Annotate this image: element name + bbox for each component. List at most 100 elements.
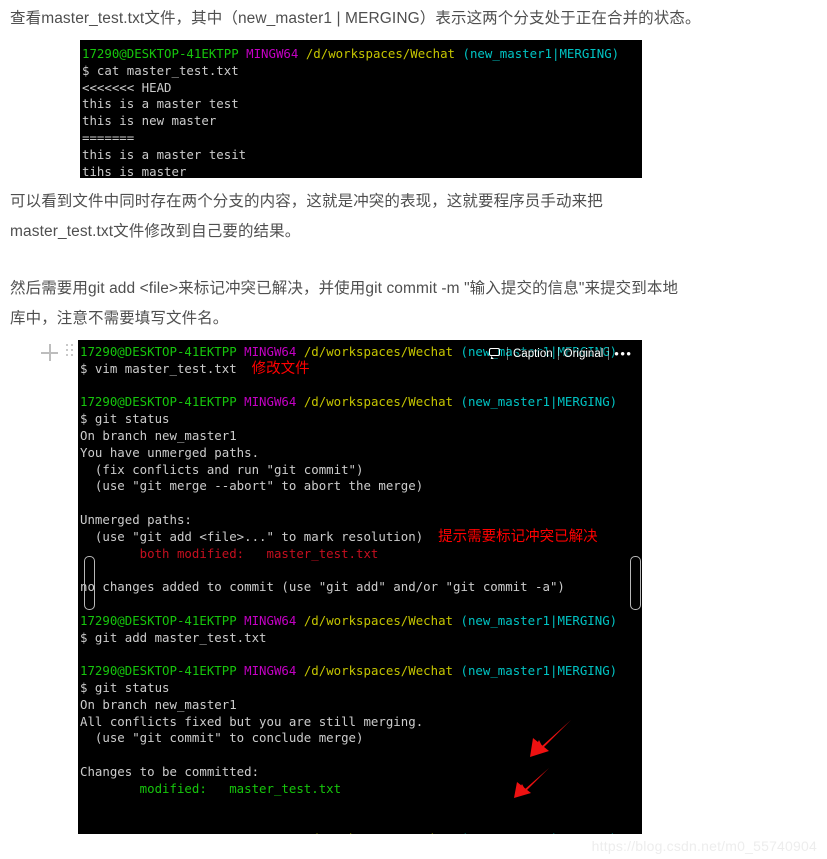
original-button[interactable]: Original <box>559 343 609 364</box>
terminal-text: $ git status <box>80 679 170 695</box>
prompt-shell: MINGW64 <box>244 612 297 628</box>
terminal-line: Unmerged paths: <box>80 512 642 529</box>
terminal-text-green: modified: master_test.txt <box>80 780 342 796</box>
terminal-text: ======= <box>82 129 135 145</box>
terminal-text: $ git status <box>80 411 170 427</box>
annot-gap <box>237 361 252 376</box>
prompt-path: /d/workspaces/Wechat <box>303 394 454 410</box>
drag-handle-icon[interactable] <box>66 344 75 359</box>
terminal-line: (fix conflicts and run "git commit") <box>80 462 642 479</box>
prompt-user: 17290@DESKTOP-41EKTPP <box>80 394 237 410</box>
arrow-pointing-to-clean-branch <box>514 768 549 798</box>
prompt-user: 17290@DESKTOP-41EKTPP <box>80 612 237 628</box>
prompt-path: /d/workspaces/Wechat <box>304 831 453 834</box>
scrollbar-thumb-right[interactable] <box>630 556 641 610</box>
prompt-branch: (new_master1|MERGING) <box>462 46 620 61</box>
paragraph-intro: 查看master_test.txt文件，其中（new_master1 | MER… <box>10 10 701 27</box>
terminal-text: this is new master <box>82 113 217 129</box>
red-annotation: 修改文件 <box>251 360 310 377</box>
terminal-text: Changes to be committed: <box>80 763 260 779</box>
terminal-text: (use "git add <file>..." to mark resolut… <box>80 528 424 544</box>
terminal-text: $ vim master_test.txt <box>80 360 237 376</box>
more-options-icon[interactable]: ••• <box>609 343 637 364</box>
scrollbar-thumb-left[interactable] <box>84 556 95 610</box>
terminal-line: this is a master test <box>82 96 642 113</box>
terminal-line: (use "git merge --abort" to abort the me… <box>80 478 642 495</box>
terminal-text: $ cat master_test.txt <box>82 62 239 78</box>
terminal-line: both modified: master_test.txt <box>80 546 642 563</box>
terminal-text: (use "git commit" to conclude merge) <box>80 730 364 746</box>
terminal-line: 17290@DESKTOP-41EKTPP MINGW64 /d/workspa… <box>82 46 642 63</box>
paragraph-add-commit-explanation: 然后需要用git add <file>来标记冲突已解决，并使用git commi… <box>10 280 679 327</box>
terminal-line: You have unmerged paths. <box>80 445 642 462</box>
prompt-branch: (new_master1|MERGING) <box>460 831 617 834</box>
source-watermark: https://blog.csdn.net/m0_55740904 <box>591 838 817 854</box>
terminal-line: this is new master <box>82 113 642 130</box>
prompt-path: /d/workspaces/Wechat <box>305 46 456 61</box>
terminal-line: 17290@DESKTOP-41EKTPP MINGW64 /d/workspa… <box>80 394 642 411</box>
prompt-user: 17290@DESKTOP-41EKTPP <box>80 663 237 679</box>
terminal-text: $ git add master_test.txt <box>80 629 267 645</box>
prompt-user: 17290@DESKTOP-41EKTPP <box>80 344 237 359</box>
terminal-line: this is a master tesit <box>82 147 642 164</box>
terminal-line: 17290@DESKTOP-41EKTPP MINGW64 /d/workspa… <box>80 663 642 680</box>
prompt-user: 17290@DESKTOP-41EKTPP <box>80 831 237 834</box>
prompt-shell: MINGW64 <box>244 394 297 410</box>
caption-bubble-icon[interactable] <box>484 343 507 364</box>
terminal-text: On branch new_master1 <box>80 427 237 443</box>
terminal-line: $ git status <box>80 411 642 428</box>
terminal-line: (use "git add <file>..." to mark resolut… <box>80 529 642 546</box>
red-annotation: 提示需要标记冲突已解决 <box>438 528 598 545</box>
terminal-text: All conflicts fixed but you are still me… <box>80 713 424 729</box>
prompt-path: /d/workspaces/Wechat <box>303 344 454 359</box>
terminal-line: On branch new_master1 <box>80 697 642 714</box>
terminal-line: modified: master_test.txt <box>80 781 642 798</box>
terminal-line: ======= <box>82 130 642 147</box>
arrow-pointing-to-merging-branch <box>530 720 571 757</box>
terminal-line: 17290@DESKTOP-41EKTPP MINGW64 /d/workspa… <box>80 613 642 630</box>
prompt-shell: MINGW64 <box>244 344 297 359</box>
prompt-path: /d/workspaces/Wechat <box>303 612 454 628</box>
block-toolbar[interactable]: Caption Original ••• <box>484 343 637 364</box>
terminal-line: $ git add master_test.txt <box>80 630 642 647</box>
terminal-text: tihs is master <box>82 163 187 178</box>
terminal-line: On branch new_master1 <box>80 428 642 445</box>
terminal-text-red: both modified: master_test.txt <box>80 545 379 561</box>
terminal-text: (fix conflicts and run "git commit") <box>80 461 364 477</box>
caption-button[interactable]: Caption <box>508 343 558 364</box>
terminal-block-cat-conflict: 17290@DESKTOP-41EKTPP MINGW64 /d/workspa… <box>80 40 642 178</box>
terminal-text: You have unmerged paths. <box>80 444 260 460</box>
add-block-icon[interactable] <box>41 344 58 361</box>
terminal-line: <<<<<<< HEAD <box>82 80 642 97</box>
terminal-text: no changes added to commit (use "git add… <box>80 579 565 595</box>
prompt-branch: (new_master1|MERGING) <box>460 612 618 628</box>
prompt-branch: (new_master1|MERGING) <box>460 663 618 679</box>
terminal-text: <<<<<<< HEAD <box>82 79 172 95</box>
terminal-text: Unmerged paths: <box>80 511 192 527</box>
terminal-text: (use "git merge --abort" to abort the me… <box>80 478 424 494</box>
prompt-path: /d/workspaces/Wechat <box>303 663 454 679</box>
prompt-user: 17290@DESKTOP-41EKTPP <box>82 46 239 61</box>
terminal-text: On branch new_master1 <box>80 696 237 712</box>
terminal-text: this is a master test <box>82 96 239 112</box>
terminal-line: $ git status <box>80 680 642 697</box>
terminal-line: no changes added to commit (use "git add… <box>80 579 642 596</box>
